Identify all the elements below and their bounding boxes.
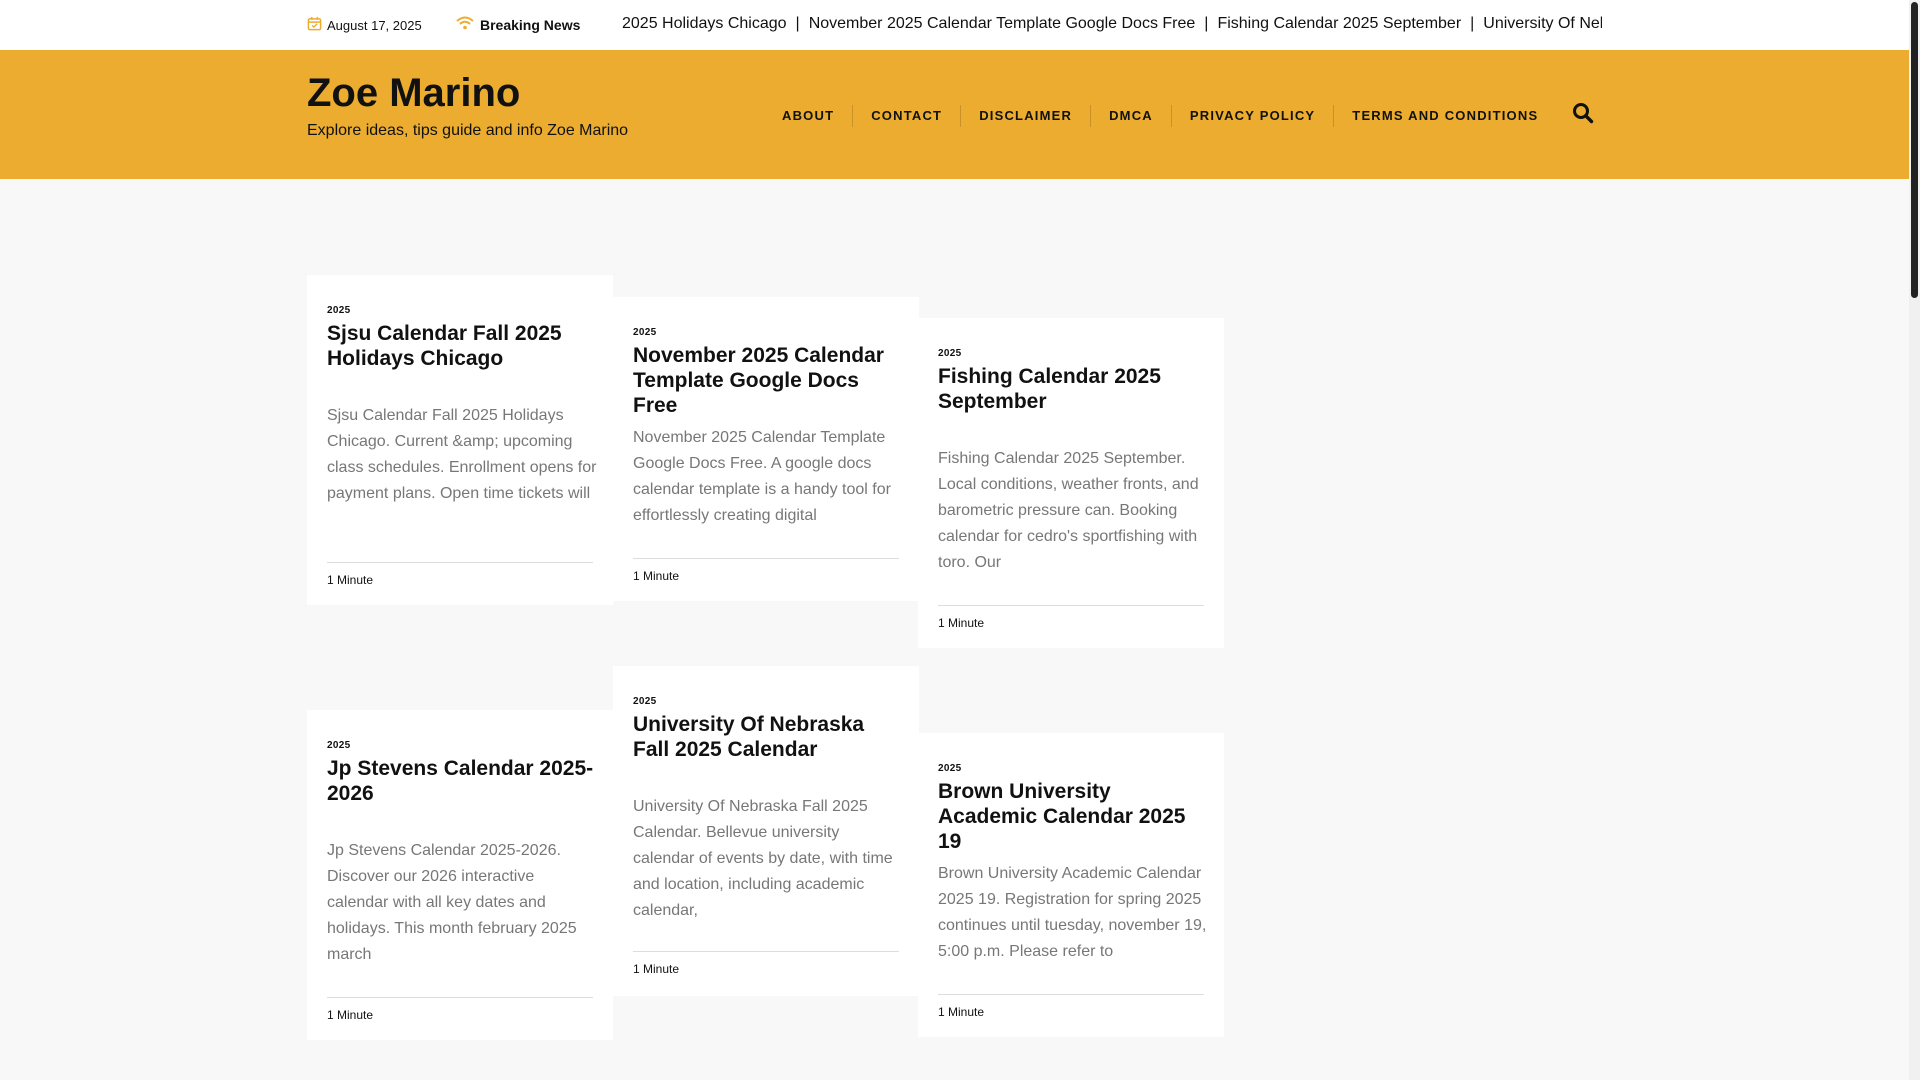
post-excerpt: University Of Nebraska Fall 2025 Calenda… xyxy=(633,798,893,919)
site-header: Zoe Marino Explore ideas, tips guide and… xyxy=(0,50,1909,179)
read-time: 1 Minute xyxy=(327,997,593,1022)
post-card[interactable]: 2025 University Of Nebraska Fall 2025 Ca… xyxy=(613,666,919,996)
nav-item-disclaimer[interactable]: DISCLAIMER xyxy=(960,105,1090,127)
ticker-separator: | xyxy=(1470,15,1475,32)
main-nav: ABOUT CONTACT DISCLAIMER DMCA PRIVACY PO… xyxy=(764,105,1556,127)
date-display: August 17, 2025 xyxy=(307,16,422,34)
post-excerpt: Sjsu Calendar Fall 2025 Holidays Chicago… xyxy=(327,407,597,502)
post-title[interactable]: Jp Stevens Calendar 2025-2026 xyxy=(327,756,597,806)
post-title[interactable]: November 2025 Calendar Template Google D… xyxy=(633,343,903,418)
read-time: 1 Minute xyxy=(938,994,1204,1019)
ticker-separator: | xyxy=(795,15,800,32)
post-category[interactable]: 2025 xyxy=(327,305,350,316)
post-excerpt: Brown University Academic Calendar 2025 … xyxy=(938,865,1207,960)
post-category[interactable]: 2025 xyxy=(938,763,961,774)
read-time: 1 Minute xyxy=(633,558,899,583)
post-card[interactable]: 2025 Brown University Academic Calendar … xyxy=(918,733,1224,1037)
post-title[interactable]: Fishing Calendar 2025 September xyxy=(938,364,1208,414)
nav-item-terms[interactable]: TERMS AND CONDITIONS xyxy=(1333,105,1556,127)
ticker-separator: | xyxy=(1204,15,1209,32)
post-title[interactable]: University Of Nebraska Fall 2025 Calenda… xyxy=(633,712,903,762)
post-excerpt: Fishing Calendar 2025 September. Local c… xyxy=(938,450,1199,571)
site-title[interactable]: Zoe Marino xyxy=(307,71,520,116)
post-excerpt: Jp Stevens Calendar 2025-2026. Discover … xyxy=(327,842,577,963)
post-excerpt: November 2025 Calendar Template Google D… xyxy=(633,429,891,524)
post-card[interactable]: 2025 Jp Stevens Calendar 2025-2026 Jp St… xyxy=(307,710,613,1040)
read-time: 1 Minute xyxy=(938,605,1204,630)
date-text: August 17, 2025 xyxy=(327,17,422,33)
post-category[interactable]: 2025 xyxy=(938,348,961,359)
site-tagline: Explore ideas, tips guide and info Zoe M… xyxy=(307,122,629,139)
search-icon[interactable] xyxy=(1571,101,1595,125)
post-title[interactable]: Brown University Academic Calendar 2025 … xyxy=(938,779,1208,854)
ticker-item[interactable]: November 2025 Calendar Template Google D… xyxy=(809,15,1196,32)
calendar-icon xyxy=(307,16,322,34)
post-category[interactable]: 2025 xyxy=(633,696,656,707)
nav-item-dmca[interactable]: DMCA xyxy=(1090,105,1171,127)
post-title[interactable]: Sjsu Calendar Fall 2025 Holidays Chicago xyxy=(327,321,597,371)
nav-item-privacy-policy[interactable]: PRIVACY POLICY xyxy=(1170,105,1333,127)
post-category[interactable]: 2025 xyxy=(633,327,656,338)
post-card[interactable]: 2025 Sjsu Calendar Fall 2025 Holidays Ch… xyxy=(307,275,613,605)
page-scrollbar[interactable] xyxy=(1909,0,1920,1080)
post-category[interactable]: 2025 xyxy=(327,740,350,751)
read-time: 1 Minute xyxy=(633,951,899,976)
ticker-item[interactable]: Fishing Calendar 2025 September xyxy=(1217,15,1461,32)
post-card[interactable]: 2025 November 2025 Calendar Template Goo… xyxy=(613,297,919,601)
nav-item-contact[interactable]: CONTACT xyxy=(852,105,960,127)
news-ticker: 2025 Holidays Chicago | November 2025 Cale… xyxy=(622,15,1602,37)
scrollbar-thumb[interactable] xyxy=(1911,2,1918,298)
breaking-news-label: Breaking News xyxy=(456,16,580,33)
ticker-item[interactable]: University Of Nebraska Fall 2025 Calenda… xyxy=(1483,15,1602,32)
top-bar: August 17, 2025 Breaking News 2025 Holid… xyxy=(0,0,1909,50)
breaking-news-text: Breaking News xyxy=(480,16,581,33)
nav-item-about[interactable]: ABOUT xyxy=(764,105,852,127)
post-card[interactable]: 2025 Fishing Calendar 2025 September Fis… xyxy=(918,318,1224,648)
read-time: 1 Minute xyxy=(327,562,593,587)
ticker-item[interactable]: 2025 Holidays Chicago xyxy=(622,15,787,32)
wifi-icon xyxy=(456,16,474,33)
